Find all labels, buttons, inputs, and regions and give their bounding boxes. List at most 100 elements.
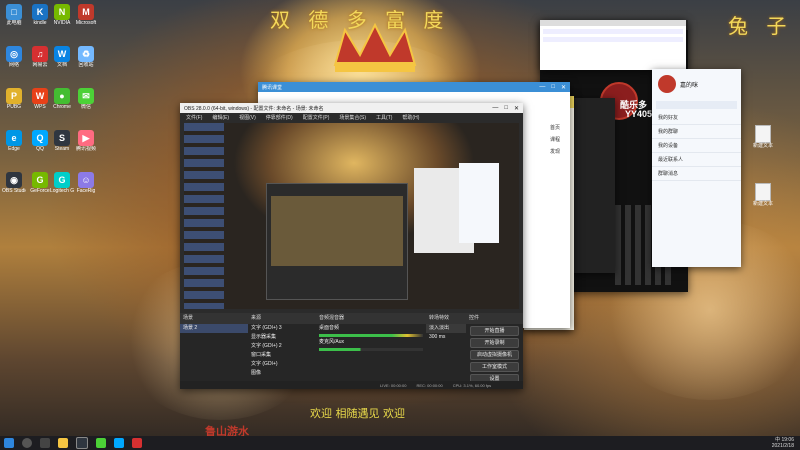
obs-preview[interactable]: [184, 123, 519, 309]
minimize-icon[interactable]: —: [539, 84, 545, 91]
search-input[interactable]: [656, 101, 737, 109]
obs-menu-item[interactable]: 编辑(E): [212, 114, 229, 121]
recycle-bin-icon: ♻: [78, 46, 94, 62]
minimize-icon[interactable]: —: [492, 105, 498, 112]
desktop-icon[interactable]: W WPS: [28, 88, 52, 110]
desktop-icon[interactable]: ◎ 网络: [2, 46, 26, 68]
scenes-header: 场景: [180, 313, 248, 324]
wechat-icon[interactable]: [96, 438, 106, 448]
source-item[interactable]: 显示器采集: [248, 333, 316, 342]
close-icon[interactable]: ✕: [514, 105, 519, 112]
list-item[interactable]: 我的好友: [652, 111, 741, 125]
desktop-icon-grid: □ 此电脑 Kkindle N NVIDIA M Microsoft ◎ 网络 ♫ 网易云 W 文档 ♻ 回…: [0, 0, 115, 430]
control-button[interactable]: 启动虚拟摄像机: [470, 350, 519, 360]
word-icon: W: [54, 46, 70, 62]
search-icon[interactable]: [22, 438, 32, 448]
network-icon: ◎: [6, 46, 22, 62]
desktop-icon-label: GeForce: [30, 188, 50, 194]
source-item[interactable]: 文字 (GDI+): [248, 360, 316, 369]
wps-icon: W: [32, 88, 48, 104]
obs-menu-item[interactable]: 配置文件(P): [303, 114, 330, 121]
desktop-icon[interactable]: ◉ OBS Studio: [2, 172, 26, 194]
desktop-icon[interactable]: ✉ 微信: [74, 88, 98, 110]
mixer-header: 音频混音器: [316, 313, 426, 324]
desktop-icon-label: 网络: [8, 62, 19, 68]
desktop-icon[interactable]: N NVIDIA: [50, 4, 74, 26]
control-button[interactable]: 工作室模式: [470, 362, 519, 372]
popup-row: [543, 29, 683, 34]
wallpaper-title-left: 双 德 多 富 度: [270, 8, 450, 32]
desktop-icon[interactable]: ♫ 网易云: [28, 46, 52, 68]
obs-menu-item[interactable]: 视图(V): [239, 114, 256, 121]
obs-menu-item[interactable]: 场景集合(S): [339, 114, 366, 121]
desktop-icon-label: 腾讯视频: [75, 146, 96, 152]
obs-dock: 场景 场景 2 来源 文字 (GDI+) 3 显示器采集 文字 (GDI+) 2 窗口…: [180, 313, 523, 389]
start-icon[interactable]: [4, 438, 14, 448]
dark-window[interactable]: [570, 98, 615, 273]
controls-panel: 控件 开始直播开始录制启动虚拟摄像机工作室模式设置退出: [466, 313, 523, 389]
desktop-icon[interactable]: W 文档: [50, 46, 74, 68]
browser-nav-item[interactable]: 发现: [550, 146, 560, 158]
desktop-icon-label: Microsoft: [75, 20, 97, 26]
status-text: LIVE: 00:00:00: [380, 382, 407, 388]
source-item[interactable]: 文字 (GDI+) 2: [248, 342, 316, 351]
browser-titlebar: 腾讯课堂 — □ ✕: [258, 82, 570, 92]
task-view-icon[interactable]: [40, 438, 50, 448]
list-item[interactable]: 我的群聊: [652, 125, 741, 139]
controls-header: 控件: [466, 313, 523, 324]
desktop-icon[interactable]: ● Chrome: [50, 88, 74, 110]
control-button[interactable]: 开始直播: [470, 326, 519, 336]
list-item[interactable]: 我的设备: [652, 139, 741, 153]
explorer-icon[interactable]: [58, 438, 68, 448]
list-item[interactable]: 最近联系人: [652, 153, 741, 167]
system-tray[interactable]: 中 19:06 2021/2/18: [772, 437, 794, 449]
status-text: CPU: 3.1%, 60.00 fps: [452, 382, 492, 388]
browser-nav-item[interactable]: 课程: [550, 134, 560, 146]
popup-row: [543, 37, 683, 42]
popup-window[interactable]: [540, 20, 686, 70]
wallpaper-title-right: 兔 子: [728, 14, 793, 38]
desktop-icon[interactable]: P PUBG: [2, 88, 26, 110]
qq-username: 嘉的咪: [680, 82, 699, 89]
music-icon: ♫: [32, 46, 48, 62]
desktop-icon[interactable]: □ 此电脑: [2, 4, 26, 26]
list-item[interactable]: 群聊消息: [652, 167, 741, 181]
desktop-icon[interactable]: Q QQ: [28, 130, 52, 152]
source-item[interactable]: 图像: [248, 369, 316, 378]
transition-select[interactable]: 淡入淡出: [426, 324, 466, 333]
desktop-icon[interactable]: ☺ FaceRig: [74, 172, 98, 194]
desktop-icon-label: 网易云: [32, 62, 48, 68]
avatar[interactable]: [658, 75, 676, 93]
desktop-icon[interactable]: S Steam: [50, 130, 74, 152]
duration-input[interactable]: 300 ms: [426, 333, 466, 342]
desktop-icon[interactable]: M Microsoft: [74, 4, 98, 26]
maximize-icon[interactable]: □: [551, 84, 555, 91]
music-icon[interactable]: [132, 438, 142, 448]
desktop-file-icon[interactable]: 新建文本: [750, 125, 776, 149]
desktop-icon[interactable]: e Edge: [2, 130, 26, 152]
source-item[interactable]: 窗口采集: [248, 351, 316, 360]
desktop-icon[interactable]: ▶ 腾讯视频: [74, 130, 98, 152]
desktop-file-icon[interactable]: 新建文本: [750, 183, 776, 207]
qq-icon[interactable]: [114, 438, 124, 448]
close-icon[interactable]: ✕: [561, 84, 566, 91]
source-item[interactable]: 文字 (GDI+) 3: [248, 324, 316, 333]
browser-nav-item[interactable]: 首页: [550, 122, 560, 134]
sources-panel: 来源 文字 (GDI+) 3 显示器采集 文字 (GDI+) 2 窗口采集 文字 (GD…: [248, 313, 317, 389]
desktop-icon[interactable]: G Logitech G: [50, 172, 74, 194]
maximize-icon[interactable]: □: [504, 105, 508, 112]
obs-menu-item[interactable]: 停靠部件(D): [266, 114, 293, 121]
desktop-icon[interactable]: G GeForce: [28, 172, 52, 194]
qq-window[interactable]: 嘉的咪 我的好友 我的群聊 我的设备 最近联系人 群聊消息: [652, 69, 741, 267]
obs-menu-item[interactable]: 工具(T): [376, 114, 392, 121]
scene-item[interactable]: 场景 2: [180, 324, 248, 333]
obs-taskbar-icon[interactable]: [76, 437, 88, 449]
desktop-icon-label: 微信: [80, 104, 91, 110]
obs-window[interactable]: OBS 28.0.0 (64-bit, windows) - 配置文件: 未命名…: [180, 103, 523, 389]
desktop-icon-label: 此电脑: [6, 20, 22, 26]
desktop-icon[interactable]: ♻ 回收站: [74, 46, 98, 68]
desktop-icon[interactable]: Kkindle: [28, 4, 52, 26]
obs-menu-item[interactable]: 帮助(H): [402, 114, 419, 121]
obs-menu-item[interactable]: 文件(F): [186, 114, 202, 121]
control-button[interactable]: 开始录制: [470, 338, 519, 348]
